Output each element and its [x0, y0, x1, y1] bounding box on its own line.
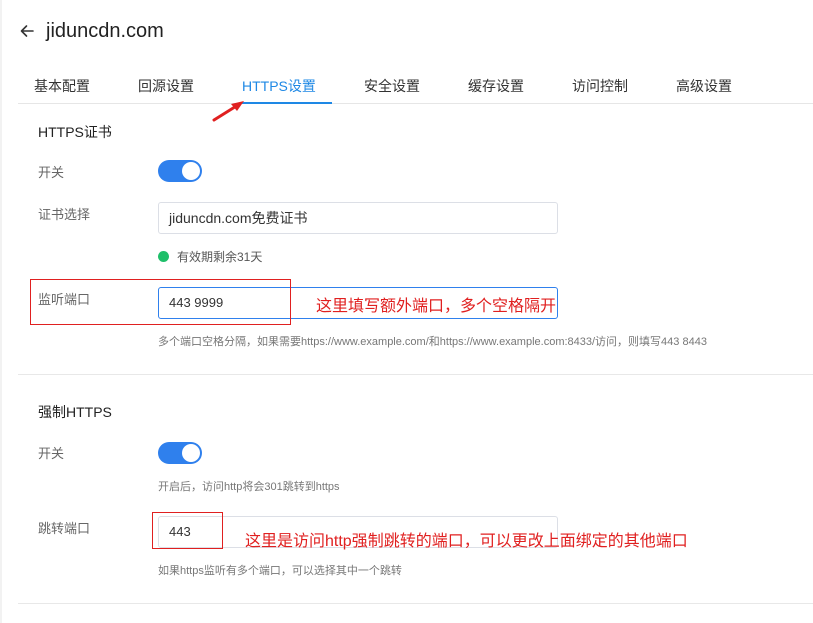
- cert-status: 有效期剩余31天: [158, 248, 262, 265]
- cert-status-text: 有效期剩余31天: [177, 250, 263, 264]
- force-https-switch[interactable]: [158, 442, 202, 464]
- section-divider: [18, 374, 813, 375]
- listen-port-hint: 多个端口空格分隔，如果需要https://www.example.com/和ht…: [158, 336, 707, 348]
- force-switch-label: 开关: [38, 446, 65, 461]
- annotation-arrow-icon: [212, 101, 244, 122]
- page: jiduncdn.com 基本配置 回源设置 HTTPS设置 安全设置 缓存设置…: [0, 0, 813, 623]
- page-title: jiduncdn.com: [46, 19, 164, 42]
- redirect-port-label: 跳转端口: [38, 521, 91, 536]
- force-https-hint: 开启后，访问http将会301跳转到https: [158, 481, 340, 493]
- https-cert-switch[interactable]: [158, 160, 202, 182]
- section-title-https-cert: HTTPS证书: [38, 124, 112, 140]
- status-dot-icon: [158, 251, 169, 262]
- left-edge: [0, 0, 2, 623]
- cert-select[interactable]: jiduncdn.com免费证书: [158, 202, 558, 234]
- tab-basic[interactable]: 基本配置: [34, 76, 90, 96]
- annotation-box-redirect: [152, 512, 223, 549]
- section-divider-bottom: [18, 603, 813, 604]
- tab-origin[interactable]: 回源设置: [138, 76, 194, 96]
- arrow-left-icon[interactable]: [18, 22, 36, 40]
- tab-advanced[interactable]: 高级设置: [676, 76, 732, 96]
- switch-knob: [182, 162, 200, 180]
- tab-https[interactable]: HTTPS设置: [242, 76, 316, 96]
- tab-cache[interactable]: 缓存设置: [468, 76, 524, 96]
- annotation-port-note: 这里填写额外端口，多个空格隔开: [316, 298, 557, 315]
- tab-bar: 基本配置 回源设置 HTTPS设置 安全设置 缓存设置 访问控制 高级设置: [18, 72, 813, 104]
- tab-security[interactable]: 安全设置: [364, 76, 420, 96]
- header: jiduncdn.com: [18, 16, 164, 46]
- section-title-force-https: 强制HTTPS: [38, 404, 112, 420]
- tab-access-control[interactable]: 访问控制: [572, 76, 628, 96]
- redirect-port-hint: 如果https监听有多个端口，可以选择其中一个跳转: [158, 565, 402, 577]
- annotation-box-port-label: [30, 279, 291, 325]
- switch-label: 开关: [38, 165, 65, 180]
- annotation-redirect-note: 这里是访问http强制跳转的端口，可以更改上面绑定的其他端口: [245, 533, 688, 550]
- switch-knob: [182, 444, 200, 462]
- cert-select-label: 证书选择: [38, 207, 91, 222]
